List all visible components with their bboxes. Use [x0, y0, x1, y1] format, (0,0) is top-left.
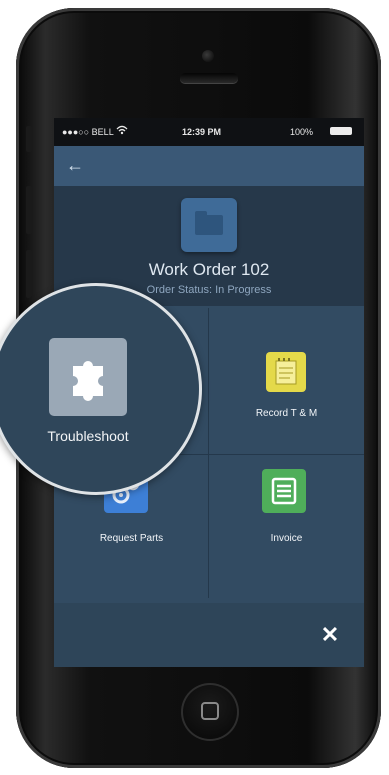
- invoice-glyph: [271, 477, 297, 505]
- magnified-label-troubleshoot: Troubleshoot: [47, 428, 129, 444]
- puzzle-icon: [49, 338, 127, 416]
- action-tile-record-tm[interactable]: Record T & M: [209, 308, 364, 453]
- action-label-invoice: Invoice: [270, 533, 303, 544]
- status-bar: ●●●○○ BELL 12:39 PM 100%: [54, 118, 364, 146]
- puzzle-glyph: [73, 361, 103, 401]
- notepad-icon: [266, 352, 306, 392]
- camera: [202, 50, 214, 62]
- magnified-troubleshoot-callout: Troubleshoot: [0, 283, 202, 495]
- wifi-icon: [116, 125, 128, 135]
- bottom-bar: ✕: [54, 603, 364, 667]
- folder-icon: [195, 215, 223, 235]
- nav-bar: ←: [54, 146, 364, 186]
- action-label-record-tm: Record T & M: [255, 408, 318, 419]
- volume-down-button: [26, 250, 32, 298]
- action-label-request-parts: Request Parts: [99, 533, 164, 544]
- battery-icon: [330, 127, 352, 135]
- home-square-icon: [201, 702, 219, 720]
- close-icon[interactable]: ✕: [318, 623, 342, 647]
- work-order-title: Work Order 102: [148, 260, 270, 279]
- document-list-icon: [262, 469, 306, 513]
- status-time: 12:39 PM: [182, 127, 222, 137]
- work-order-folder-tile: [181, 198, 237, 252]
- carrier-label: ●●●○○ BELL: [62, 127, 114, 137]
- mute-switch: [26, 126, 32, 152]
- arrow-left-icon[interactable]: ←: [64, 154, 86, 176]
- home-button[interactable]: [181, 683, 239, 741]
- volume-up-button: [26, 186, 32, 234]
- notepad-lines: [275, 358, 297, 385]
- action-tile-invoice[interactable]: Invoice: [209, 455, 364, 600]
- speaker-grille: [180, 73, 238, 83]
- battery-percent: 100%: [290, 127, 314, 137]
